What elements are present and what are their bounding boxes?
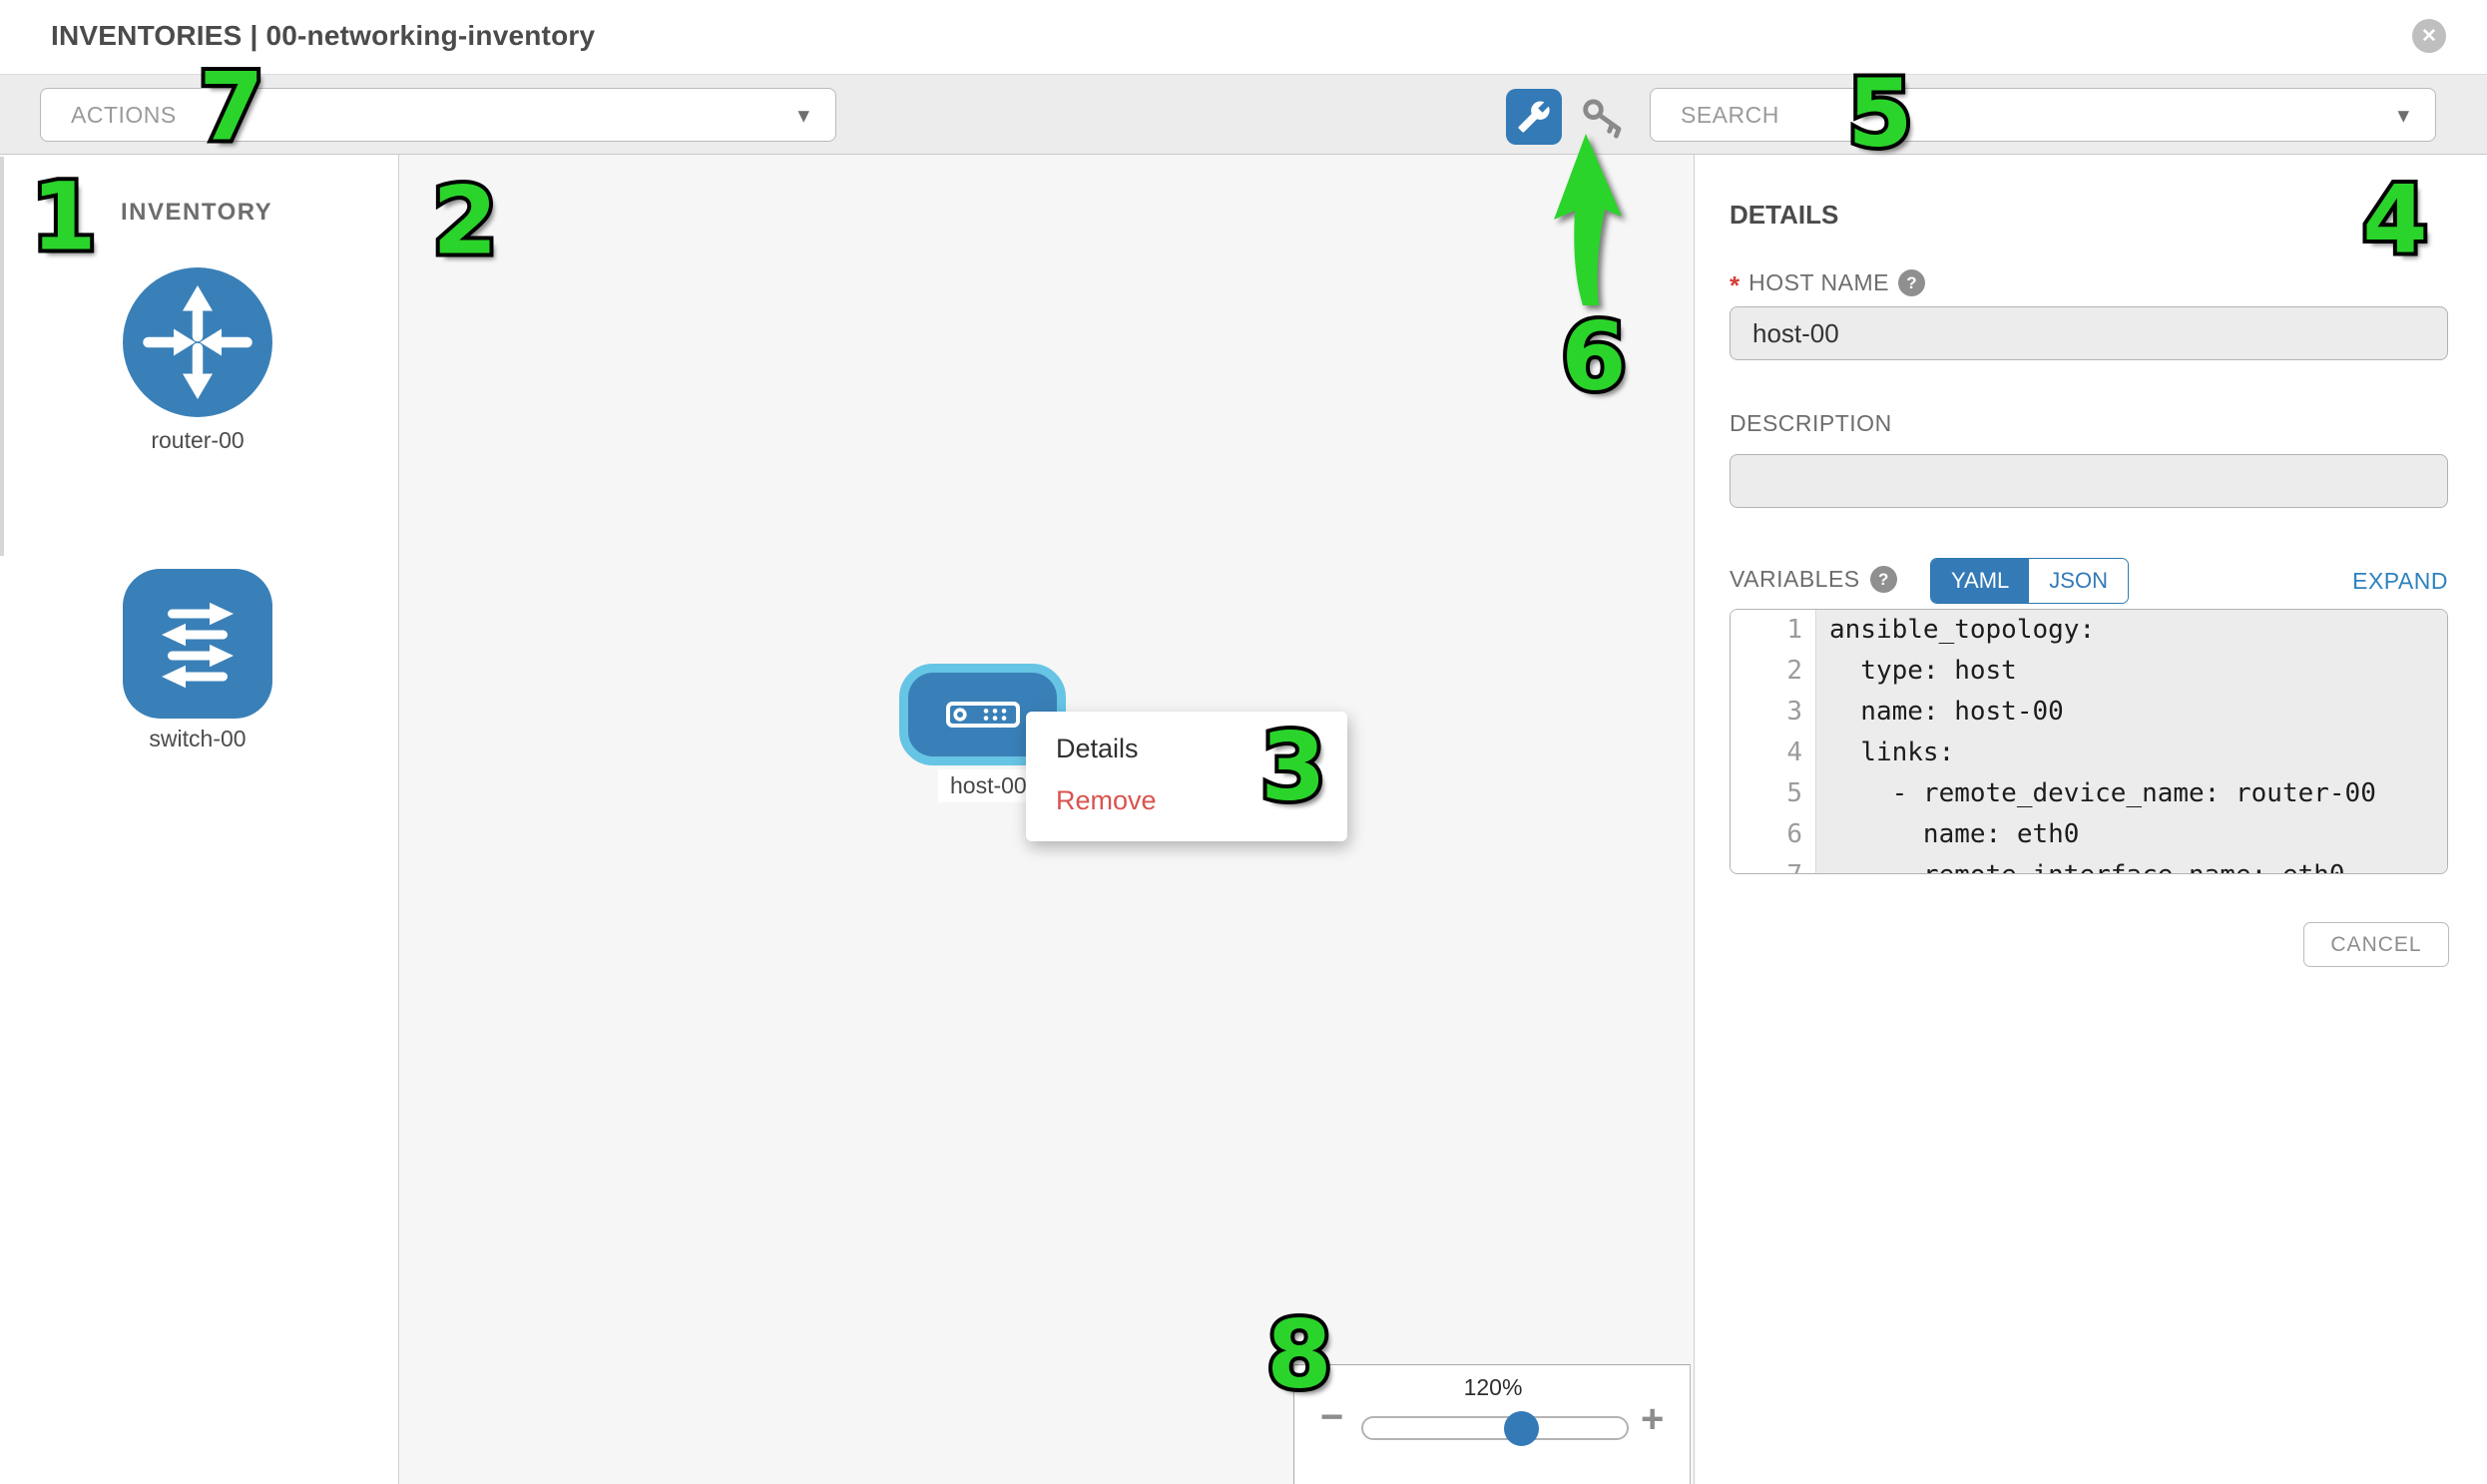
scrollbar[interactable] bbox=[0, 157, 4, 556]
inventory-heading: INVENTORY bbox=[121, 199, 272, 227]
required-asterisk: * bbox=[1730, 270, 1740, 301]
close-icon: ✕ bbox=[2421, 25, 2437, 48]
variables-format-toggle: YAML JSON bbox=[1930, 558, 2129, 604]
menu-item-remove[interactable]: Remove bbox=[1026, 774, 1347, 826]
search-dropdown[interactable]: SEARCH ▾ bbox=[1650, 88, 2436, 142]
code-line-text: type: host bbox=[1816, 651, 2447, 692]
code-line-text: name: eth0 bbox=[1816, 814, 2447, 855]
code-line-text: remote_interface_name: eth0 bbox=[1816, 855, 2447, 874]
expand-link[interactable]: EXPAND bbox=[2352, 568, 2448, 595]
node-context-menu: Details Remove bbox=[1026, 712, 1347, 841]
cancel-button[interactable]: CANCEL bbox=[2303, 922, 2449, 967]
line-number: 7 bbox=[1731, 855, 1816, 874]
search-placeholder: SEARCH bbox=[1681, 102, 1779, 129]
page-title: INVENTORIES | 00-networking-inventory bbox=[51, 20, 595, 52]
toolbar: ACTIONS ▾ SEARCH ▾ bbox=[0, 74, 2487, 155]
actions-dropdown[interactable]: ACTIONS ▾ bbox=[40, 88, 836, 142]
zoom-level: 120% bbox=[1294, 1374, 1692, 1401]
key-button[interactable] bbox=[1580, 96, 1628, 140]
code-line: 4 links: bbox=[1731, 733, 2447, 773]
host-node-label: host-00 bbox=[938, 769, 1039, 802]
actions-dropdown-placeholder: ACTIONS bbox=[71, 102, 177, 129]
window-header: INVENTORIES | 00-networking-inventory ✕ bbox=[0, 0, 2487, 74]
description-field[interactable] bbox=[1730, 454, 2448, 508]
code-line: 7 remote_interface_name: eth0 bbox=[1731, 855, 2447, 874]
help-icon[interactable]: ? bbox=[1898, 269, 1925, 296]
variables-label: VARIABLES bbox=[1730, 566, 1860, 593]
details-panel: DETAILS * HOST NAME ? DESCRIPTION VARIAB… bbox=[1694, 155, 2487, 1484]
wrench-icon bbox=[1517, 100, 1551, 134]
zoom-out-button[interactable]: − bbox=[1320, 1395, 1343, 1440]
switch-icon bbox=[123, 569, 272, 719]
code-line: 1 ansible_topology: bbox=[1731, 610, 2447, 651]
close-button[interactable]: ✕ bbox=[2412, 19, 2446, 53]
line-number: 3 bbox=[1731, 692, 1816, 733]
line-number: 2 bbox=[1731, 651, 1816, 692]
details-heading: DETAILS bbox=[1730, 200, 1838, 231]
host-icon bbox=[946, 702, 1020, 728]
chevron-down-icon: ▾ bbox=[2397, 102, 2409, 129]
description-label: DESCRIPTION bbox=[1730, 410, 1892, 437]
sidebar-item-router[interactable] bbox=[123, 267, 272, 417]
code-line-text: links: bbox=[1816, 733, 2447, 773]
code-line: 6 name: eth0 bbox=[1731, 814, 2447, 855]
zoom-slider-track[interactable] bbox=[1361, 1416, 1629, 1440]
line-number: 1 bbox=[1731, 610, 1816, 651]
router-icon bbox=[123, 267, 272, 417]
code-line-text: name: host-00 bbox=[1816, 692, 2447, 733]
key-icon bbox=[1580, 96, 1628, 140]
line-number: 4 bbox=[1731, 733, 1816, 773]
line-number: 5 bbox=[1731, 773, 1816, 814]
host-name-field[interactable] bbox=[1730, 306, 2448, 360]
zoom-slider-handle[interactable] bbox=[1504, 1411, 1539, 1446]
inventory-sidebar: INVENTORY router-00 bbox=[0, 155, 399, 1484]
code-line: 3 name: host-00 bbox=[1731, 692, 2447, 733]
topology-canvas[interactable]: host-00 Details Remove 120% − + bbox=[399, 155, 1694, 1484]
tab-json[interactable]: JSON bbox=[2029, 559, 2128, 603]
host-name-label-row: * HOST NAME ? bbox=[1730, 264, 1925, 301]
help-icon[interactable]: ? bbox=[1870, 566, 1897, 593]
sidebar-item-label: switch-00 bbox=[48, 726, 347, 752]
menu-item-details[interactable]: Details bbox=[1026, 723, 1347, 774]
tools-button[interactable] bbox=[1506, 89, 1562, 145]
host-name-label: HOST NAME bbox=[1748, 269, 1889, 296]
description-label-row: DESCRIPTION bbox=[1730, 410, 1892, 437]
chevron-down-icon: ▾ bbox=[797, 102, 809, 129]
sidebar-item-label: router-00 bbox=[48, 427, 347, 454]
code-line-text: ansible_topology: bbox=[1816, 610, 2447, 651]
code-line: 5 - remote_device_name: router-00 bbox=[1731, 773, 2447, 814]
zoom-in-button[interactable]: + bbox=[1641, 1397, 1664, 1442]
variables-code-editor[interactable]: 1 ansible_topology: 2 type: host 3 name:… bbox=[1730, 609, 2448, 874]
sidebar-item-switch[interactable] bbox=[123, 569, 272, 719]
line-number: 6 bbox=[1731, 814, 1816, 855]
variables-row: VARIABLES ? YAML JSON EXPAND bbox=[1730, 558, 2448, 606]
code-line: 2 type: host bbox=[1731, 651, 2447, 692]
tab-yaml[interactable]: YAML bbox=[1931, 559, 2029, 603]
zoom-control: 120% − + bbox=[1293, 1364, 1691, 1484]
code-line-text: - remote_device_name: router-00 bbox=[1816, 773, 2447, 814]
